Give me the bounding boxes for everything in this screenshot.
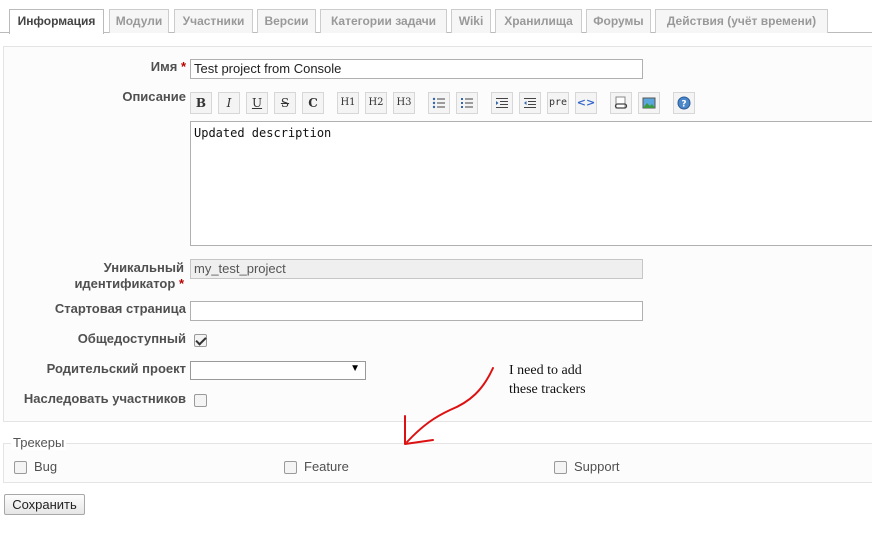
parent-project-select[interactable]: ▼ <box>190 361 366 380</box>
tracker-support-label: Support <box>574 459 620 474</box>
homepage-label: Стартовая страница <box>54 301 186 316</box>
outdent-icon[interactable] <box>519 92 541 114</box>
tracker-bug-label: Bug <box>34 459 58 474</box>
italic-button[interactable]: I <box>218 92 240 114</box>
tab-versions[interactable]: Версии <box>257 9 316 33</box>
wiki-toolbar: B I U S C H1 H2 H3 pre <> ? <box>190 92 730 114</box>
code-icon[interactable]: <> <box>575 92 597 114</box>
pre-button[interactable]: pre <box>547 92 569 114</box>
tab-wiki[interactable]: Wiki <box>451 9 491 33</box>
bold-button[interactable]: B <box>190 92 212 114</box>
inherit-members-checkbox[interactable] <box>194 394 207 407</box>
dropdown-arrow-icon: ▼ <box>350 363 360 374</box>
tab-members[interactable]: Участники <box>174 9 253 33</box>
name-input[interactable]: Test project from Console <box>190 59 643 79</box>
tab-repositories[interactable]: Хранилища <box>495 9 582 33</box>
public-label: Общедоступный <box>77 331 186 346</box>
tab-information[interactable]: Информация <box>9 9 104 34</box>
tracker-feature-checkbox[interactable] <box>284 461 297 474</box>
public-checkbox[interactable] <box>194 334 207 347</box>
inherit-members-label: Наследовать участников <box>23 391 186 406</box>
tab-forums[interactable]: Форумы <box>586 9 651 33</box>
ol-list-icon[interactable] <box>456 92 478 114</box>
heading3-button[interactable]: H3 <box>393 92 415 114</box>
strikethrough-button[interactable]: S <box>274 92 296 114</box>
description-label: Описание <box>122 89 186 104</box>
annotation-note: I need to add these trackers <box>509 363 586 397</box>
annotation-arrow-icon <box>404 367 494 445</box>
help-icon[interactable]: ? <box>673 92 695 114</box>
identifier-label: Уникальный идентификатор * <box>74 260 184 291</box>
indent-icon[interactable] <box>491 92 513 114</box>
description-textarea[interactable]: Updated description <box>190 121 872 246</box>
tab-activities-time-tracking[interactable]: Действия (учёт времени) <box>655 9 828 33</box>
tracker-feature-label: Feature <box>304 459 349 474</box>
homepage-input[interactable] <box>190 301 643 321</box>
link-icon[interactable] <box>610 92 632 114</box>
tracker-support-checkbox[interactable] <box>554 461 567 474</box>
save-button[interactable]: Сохранить <box>4 494 85 515</box>
identifier-input: my_test_project <box>190 259 643 279</box>
inline-code-button[interactable]: C <box>302 92 324 114</box>
svg-text:?: ? <box>681 100 686 110</box>
parent-project-label: Родительский проект <box>46 361 186 376</box>
tab-issue-categories[interactable]: Категории задачи <box>320 9 447 33</box>
trackers-legend: Трекеры <box>11 435 67 450</box>
tracker-bug-checkbox[interactable] <box>14 461 27 474</box>
name-label: Имя * <box>150 59 186 74</box>
underline-button[interactable]: U <box>246 92 268 114</box>
heading2-button[interactable]: H2 <box>365 92 387 114</box>
heading1-button[interactable]: H1 <box>337 92 359 114</box>
image-icon[interactable] <box>638 92 660 114</box>
tab-modules[interactable]: Модули <box>109 9 169 33</box>
project-settings-tabs: Информация Модули Участники Версии Катег… <box>0 0 872 34</box>
ul-list-icon[interactable] <box>428 92 450 114</box>
